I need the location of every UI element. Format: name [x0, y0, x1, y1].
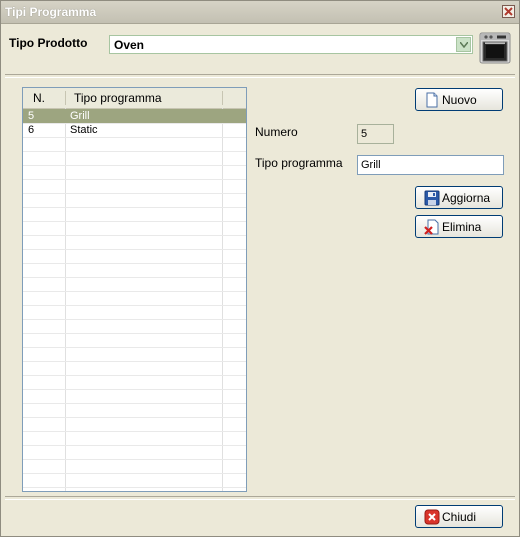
- grid-line: [23, 277, 246, 278]
- grid-line: [23, 403, 246, 404]
- column-header-n[interactable]: N.: [33, 88, 45, 108]
- grid-line: [23, 347, 246, 348]
- grid-line: [23, 179, 246, 180]
- close-icon: [504, 7, 513, 16]
- grid-line: [23, 319, 246, 320]
- column-header-tipo[interactable]: Tipo programma: [74, 88, 162, 108]
- grid-line: [23, 137, 246, 138]
- footer-separator: [5, 496, 515, 500]
- grid-line: [23, 417, 246, 418]
- grid-line: [23, 193, 246, 194]
- elimina-button[interactable]: Elimina: [415, 215, 503, 238]
- tipo-prodotto-select[interactable]: Oven: [109, 35, 473, 54]
- grid-line: [23, 249, 246, 250]
- numero-field: 5: [357, 124, 394, 144]
- grid-line: [23, 361, 246, 362]
- grid-header: N. Tipo programma: [23, 88, 246, 109]
- grid-line: [23, 473, 246, 474]
- row-tipo: Static: [70, 124, 98, 136]
- grid-line: [23, 445, 246, 446]
- elimina-label: Elimina: [442, 220, 482, 234]
- delete-document-icon: [424, 219, 439, 235]
- close-button[interactable]: [502, 5, 515, 18]
- aggiorna-button[interactable]: Aggiorna: [415, 186, 503, 209]
- grid-line: [23, 207, 246, 208]
- window-title: Tipi Programma: [5, 5, 97, 19]
- title-bar[interactable]: Tipi Programma: [1, 1, 519, 24]
- chiudi-label: Chiudi: [442, 510, 477, 524]
- programmi-grid[interactable]: N. Tipo programma 5 Grill 6 Static: [22, 87, 247, 492]
- grid-line: [23, 263, 246, 264]
- nuovo-label: Nuovo: [442, 93, 477, 107]
- table-row[interactable]: 5 Grill: [23, 109, 246, 123]
- grid-line: [23, 235, 246, 236]
- grid-line: [23, 431, 246, 432]
- tipo-prodotto-value: Oven: [114, 38, 145, 52]
- new-document-icon: [426, 92, 438, 108]
- grid-line: [23, 221, 246, 222]
- row-n: 5: [28, 110, 35, 122]
- oven-icon: [479, 32, 511, 64]
- close-icon: [424, 509, 440, 525]
- grid-line: [23, 459, 246, 460]
- chevron-down-icon: [460, 42, 468, 48]
- header-separator: [5, 74, 515, 78]
- row-n: 6: [28, 124, 35, 136]
- tipo-prodotto-label: Tipo Prodotto: [9, 36, 88, 50]
- grid-line: [23, 291, 246, 292]
- grid-line: [23, 123, 246, 124]
- grid-line: [23, 165, 246, 166]
- save-icon: [424, 190, 440, 206]
- grid-line: [23, 389, 246, 390]
- tipo-programma-label: Tipo programma: [255, 156, 343, 170]
- tipi-programma-window: Tipi Programma Tipo Prodotto Oven N. Tip…: [0, 0, 520, 537]
- grid-line: [23, 333, 246, 334]
- dropdown-button[interactable]: [456, 37, 471, 52]
- grid-line: [23, 151, 246, 152]
- row-tipo: Grill: [70, 110, 90, 122]
- grid-line: [23, 487, 246, 488]
- numero-label: Numero: [255, 125, 298, 139]
- grid-line: [23, 305, 246, 306]
- chiudi-button[interactable]: Chiudi: [415, 505, 503, 528]
- nuovo-button[interactable]: Nuovo: [415, 88, 503, 111]
- table-row[interactable]: 6 Static: [23, 123, 246, 137]
- tipo-programma-input[interactable]: Grill: [357, 155, 504, 175]
- aggiorna-label: Aggiorna: [442, 191, 491, 205]
- grid-line: [23, 375, 246, 376]
